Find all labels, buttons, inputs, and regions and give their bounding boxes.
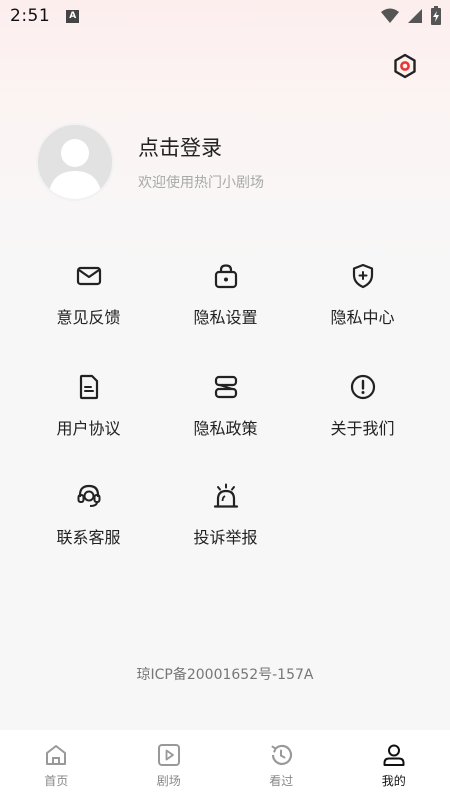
user-icon bbox=[383, 744, 405, 766]
play-icon bbox=[157, 744, 180, 766]
status-bar: 2:51 A bbox=[0, 0, 450, 32]
menu-item-feedback[interactable]: 意见反馈 bbox=[20, 262, 157, 342]
tab-mine[interactable]: 我的 bbox=[338, 730, 450, 800]
wifi-icon bbox=[381, 8, 399, 23]
history-icon bbox=[271, 744, 293, 765]
tab-label: 首页 bbox=[44, 774, 69, 788]
menu-item-user-agreement[interactable]: 用户协议 bbox=[20, 373, 157, 453]
tab-label: 我的 bbox=[381, 774, 406, 788]
headset-icon bbox=[77, 484, 100, 507]
menu-item-label: 联系客服 bbox=[56, 528, 121, 547]
battery-charging-icon bbox=[431, 6, 441, 25]
default-avatar-icon bbox=[38, 125, 112, 199]
status-time: 2:51 bbox=[10, 6, 51, 26]
icp-license: 琼ICP备20001652号-157A bbox=[136, 667, 314, 683]
alarm-icon bbox=[213, 483, 238, 508]
menu-item-label: 隐私政策 bbox=[193, 419, 258, 438]
menu-item-privacy-policy[interactable]: 隐私政策 bbox=[157, 373, 294, 453]
avatar[interactable] bbox=[36, 123, 114, 201]
login-subtitle: 欢迎使用热门小剧场 bbox=[138, 175, 264, 191]
menu-item-label: 关于我们 bbox=[330, 419, 395, 438]
shield-icon bbox=[352, 263, 373, 289]
info-icon bbox=[350, 374, 375, 400]
menu-item-privacy-settings[interactable]: 隐私设置 bbox=[157, 262, 294, 342]
document-icon bbox=[79, 374, 98, 400]
policy-icon bbox=[214, 375, 237, 399]
menu-item-label: 隐私设置 bbox=[193, 308, 258, 327]
lock-icon bbox=[214, 264, 237, 289]
menu-item-label: 投诉举报 bbox=[193, 528, 258, 547]
tab-label: 剧场 bbox=[156, 774, 181, 788]
menu-item-about-us[interactable]: 关于我们 bbox=[294, 373, 431, 453]
tab-home[interactable]: 首页 bbox=[0, 730, 113, 800]
notification-a-icon: A bbox=[66, 9, 80, 23]
status-indicators bbox=[380, 6, 442, 26]
menu-item-label: 隐私中心 bbox=[330, 308, 395, 327]
mail-icon bbox=[76, 266, 101, 286]
settings-button[interactable] bbox=[391, 52, 419, 80]
bottom-tab-bar: 首页 剧场 看过 我的 bbox=[0, 730, 450, 800]
menu-item-label: 用户协议 bbox=[56, 419, 121, 438]
menu-item-privacy-center[interactable]: 隐私中心 bbox=[294, 262, 431, 342]
menu-item-label: 意见反馈 bbox=[56, 308, 121, 327]
home-icon bbox=[46, 745, 67, 765]
login-title[interactable]: 点击登录 bbox=[138, 132, 222, 162]
menu-item-customer-service[interactable]: 联系客服 bbox=[20, 482, 157, 562]
tab-history[interactable]: 看过 bbox=[225, 730, 338, 800]
menu-item-report[interactable]: 投诉举报 bbox=[157, 482, 294, 562]
tab-label: 看过 bbox=[269, 774, 294, 788]
tab-theater[interactable]: 剧场 bbox=[113, 730, 226, 800]
signal-icon bbox=[408, 9, 422, 23]
settings-hexagon-icon bbox=[394, 53, 416, 79]
